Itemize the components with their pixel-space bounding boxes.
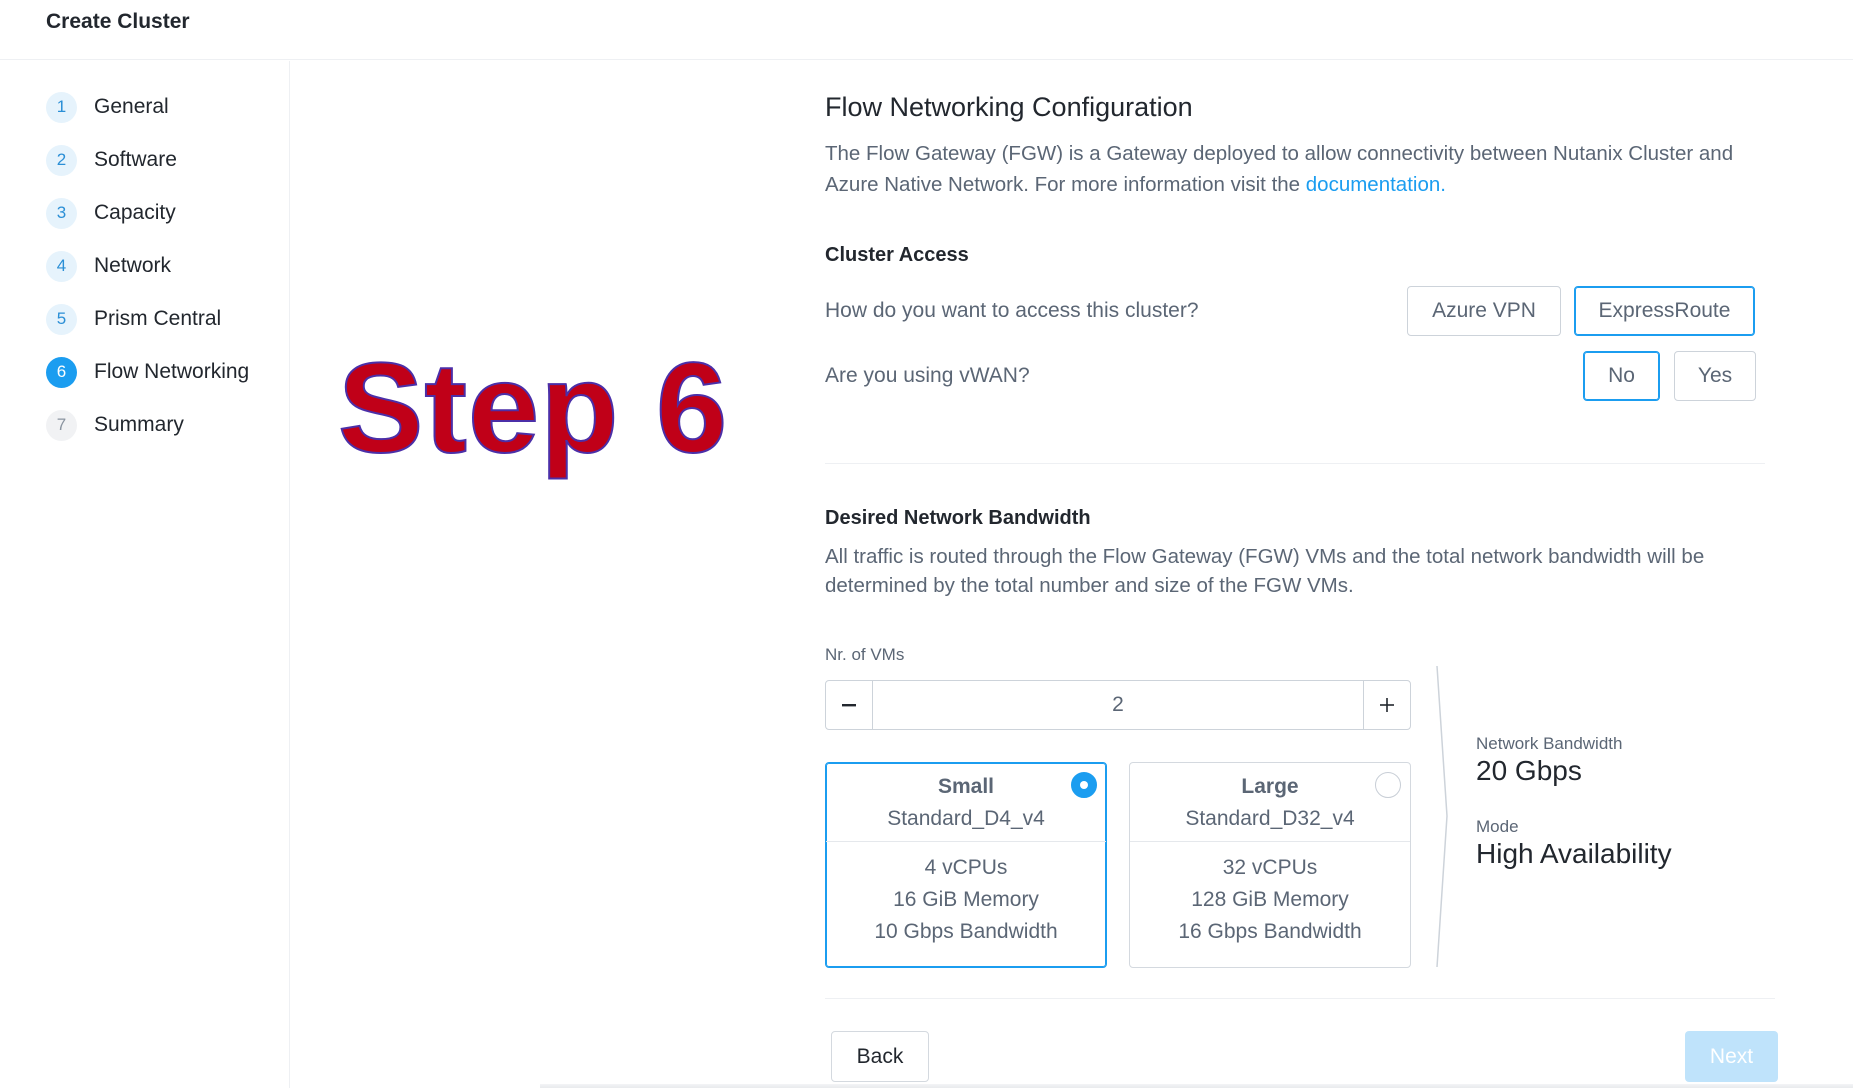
vwan-question: Are you using vWAN?	[825, 364, 1030, 387]
azure-vpn-button[interactable]: Azure VPN	[1407, 286, 1561, 336]
bandwidth-title: Desired Network Bandwidth	[825, 507, 1091, 529]
cluster-access-title: Cluster Access	[825, 244, 969, 266]
vm-bandwidth: 10 Gbps Bandwidth	[874, 920, 1058, 943]
vm-size-card-large[interactable]: Large Standard_D32_v4 32 vCPUs 128 GiB M…	[1129, 762, 1411, 968]
bandwidth-description: All traffic is routed through the Flow G…	[825, 545, 1705, 597]
step-number: 3	[46, 197, 77, 229]
step-number: 2	[46, 144, 77, 176]
minus-icon[interactable]	[826, 681, 873, 729]
vm-size-type: Standard_D32_v4	[1185, 807, 1355, 830]
vm-size-card-small[interactable]: Small Standard_D4_v4 4 vCPUs 16 GiB Memo…	[825, 762, 1107, 968]
vm-specs: 32 vCPUs 128 GiB Memory 16 Gbps Bandwidt…	[1130, 842, 1410, 948]
sidebar-step-flow-networking[interactable]: 6 Flow Networking	[46, 356, 249, 388]
step-overlay-text: Step 6	[337, 337, 729, 480]
mode-value: High Availability	[1476, 838, 1672, 869]
step-number: 7	[46, 409, 77, 441]
vm-size-name: Large	[1241, 775, 1299, 798]
expressroute-button[interactable]: ExpressRoute	[1574, 286, 1755, 336]
footer-divider	[825, 998, 1775, 999]
create-cluster-page: Create Cluster 1 General 2 Software 3 Ca…	[0, 0, 1853, 1088]
step-label: Network	[94, 254, 172, 277]
main-content: Flow Networking Configuration The Flow G…	[825, 0, 1785, 1088]
next-button[interactable]: Next	[1685, 1031, 1778, 1082]
vwan-no-button[interactable]: No	[1583, 351, 1660, 401]
section-heading: Flow Networking Configuration	[825, 92, 1193, 122]
vm-vcpus: 32 vCPUs	[1222, 856, 1318, 879]
sidebar-step-prism-central[interactable]: 5 Prism Central	[46, 303, 221, 335]
vm-count-value[interactable]: 2	[873, 681, 1363, 729]
vm-size-type: Standard_D4_v4	[887, 807, 1045, 830]
step-label: Software	[94, 148, 177, 171]
radio-unselected-icon[interactable]	[1375, 772, 1401, 798]
step-label: General	[94, 95, 169, 118]
vm-card-header: Small Standard_D4_v4	[826, 763, 1106, 842]
vm-card-header: Large Standard_D32_v4	[1130, 763, 1410, 842]
sidebar-step-software[interactable]: 2 Software	[46, 144, 177, 176]
section-description: The Flow Gateway (FGW) is a Gateway depl…	[825, 138, 1775, 200]
vm-size-name: Small	[937, 775, 995, 798]
sidebar-step-capacity[interactable]: 3 Capacity	[46, 197, 176, 229]
step-label: Summary	[94, 413, 184, 436]
network-bandwidth-value: 20 Gbps	[1476, 755, 1582, 786]
footer-shadow	[540, 1084, 1853, 1088]
step-number: 1	[46, 91, 77, 123]
vm-count-stepper: 2	[825, 680, 1411, 730]
step-number: 5	[46, 303, 77, 335]
wizard-sidebar: 1 General 2 Software 3 Capacity 4 Networ…	[0, 61, 290, 1088]
step-label: Flow Networking	[94, 360, 250, 383]
vm-count-label: Nr. of VMs	[825, 645, 905, 664]
vm-specs: 4 vCPUs 16 GiB Memory 10 Gbps Bandwidth	[826, 842, 1106, 948]
vm-memory: 16 GiB Memory	[893, 888, 1039, 911]
sidebar-step-general[interactable]: 1 General	[46, 91, 169, 123]
plus-icon[interactable]	[1363, 681, 1410, 729]
sidebar-step-network[interactable]: 4 Network	[46, 250, 171, 282]
vm-bandwidth: 16 Gbps Bandwidth	[1178, 920, 1362, 943]
vm-memory: 128 GiB Memory	[1191, 888, 1349, 911]
access-question: How do you want to access this cluster?	[825, 299, 1199, 322]
back-button[interactable]: Back	[831, 1031, 929, 1082]
step-number: 4	[46, 250, 77, 282]
network-bandwidth-label: Network Bandwidth	[1476, 734, 1623, 753]
section-divider	[825, 463, 1765, 464]
mode-label: Mode	[1476, 817, 1519, 836]
sidebar-step-summary[interactable]: 7 Summary	[46, 409, 184, 441]
vm-vcpus: 4 vCPUs	[924, 856, 1008, 879]
step-label: Capacity	[94, 201, 176, 224]
vwan-yes-button[interactable]: Yes	[1674, 351, 1756, 401]
description-text: The Flow Gateway (FGW) is a Gateway depl…	[825, 142, 1734, 196]
summary-bracket-icon	[1436, 665, 1448, 968]
step-label: Prism Central	[94, 307, 222, 330]
page-title: Create Cluster	[46, 10, 190, 33]
step-number: 6	[46, 356, 77, 388]
radio-selected-icon[interactable]	[1071, 772, 1097, 798]
documentation-link[interactable]: documentation.	[1306, 173, 1446, 196]
